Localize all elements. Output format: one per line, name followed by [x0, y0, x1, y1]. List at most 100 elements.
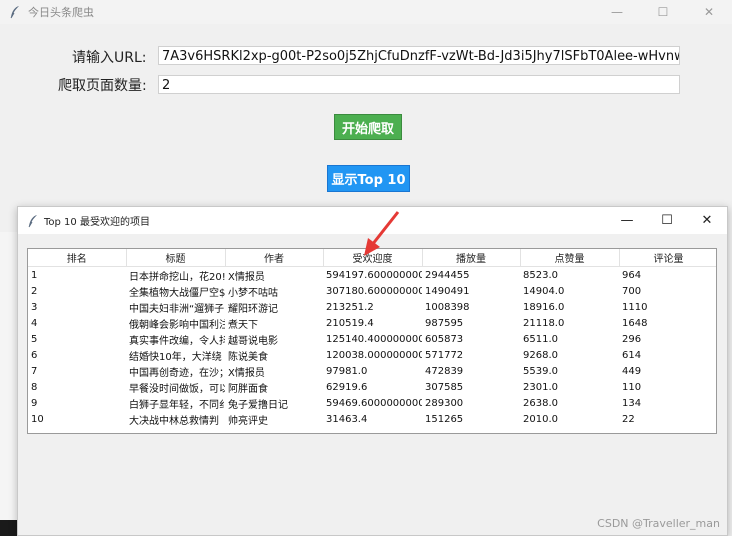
- table-row[interactable]: 9 白狮子显年轻，不同纟 兔子爱撸日记 59469.6000000000 289300 2…: [28, 395, 716, 411]
- table-header-row: 排名 标题 作者 受欢迎度 播放量 点赞量 评论量: [28, 249, 716, 267]
- cell-comments: 614: [622, 349, 642, 361]
- column-header-likes[interactable]: 点赞量: [520, 249, 620, 267]
- cell-comments: 22: [622, 413, 635, 425]
- table-row[interactable]: 8 早餐没时间做饭，可以 阿胖面食 62919.6 307585 2301.0 110: [28, 379, 716, 395]
- cell-plays: 987595: [425, 317, 464, 329]
- cell-plays: 289300: [425, 397, 464, 409]
- cell-likes: 5539.0: [523, 365, 558, 377]
- cell-comments: 296: [622, 333, 642, 345]
- cell-title: 大决战中林总救情判: [129, 415, 219, 427]
- page-count-input[interactable]: 2: [158, 75, 680, 94]
- main-titlebar: 今日头条爬虫 — ☐ ✕: [0, 0, 732, 24]
- maximize-button[interactable]: ☐: [640, 0, 686, 24]
- feather-icon: [8, 5, 22, 19]
- cell-author: 耀阳环游记: [228, 303, 278, 315]
- cell-popularity: 594197.6000000001: [326, 269, 422, 281]
- column-header-comments[interactable]: 评论量: [619, 249, 716, 267]
- table-row[interactable]: 4 俄朝峰会影响中国利注 煮天下 210519.4 987595 21118.0 1648: [28, 315, 716, 331]
- column-header-title[interactable]: 标题: [126, 249, 226, 267]
- cell-popularity: 59469.6000000000: [326, 397, 422, 409]
- table-row[interactable]: 6 结婚快10年，大洋绕 陈说美食 120038.0000000000 571772 92…: [28, 347, 716, 363]
- cell-author: 阿胖面食: [228, 383, 268, 395]
- cell-plays: 1490491: [425, 285, 470, 297]
- cell-comments: 964: [622, 269, 642, 281]
- cell-comments: 134: [622, 397, 642, 409]
- table-row[interactable]: 3 中国夫妇非洲“遛狮子 耀阳环游记 213251.2 1008398 18916.0 11…: [28, 299, 716, 315]
- cell-likes: 2301.0: [523, 381, 558, 393]
- column-header-rank[interactable]: 排名: [28, 249, 127, 267]
- cell-rank: 1: [31, 269, 38, 281]
- table-row[interactable]: 7 中国再创奇迹，在沙； X情报员 97981.0 472839 5539.0 449: [28, 363, 716, 379]
- show-top10-button[interactable]: 显示Top 10: [327, 165, 410, 192]
- table-row[interactable]: 2 全集植物大战僵尸空$ 小梦不咕咕 307180.6000000000 1490491…: [28, 283, 716, 299]
- minimize-button[interactable]: —: [594, 0, 640, 24]
- column-header-author[interactable]: 作者: [225, 249, 324, 267]
- table-row[interactable]: 1 日本拼命挖山，花20! X情报员 594197.6000000001 2944455…: [28, 267, 716, 284]
- cell-plays: 571772: [425, 349, 464, 361]
- cell-rank: 10: [31, 413, 44, 425]
- cell-rank: 9: [31, 397, 38, 409]
- dialog-maximize-button[interactable]: ☐: [647, 207, 687, 234]
- cell-comments: 700: [622, 285, 642, 297]
- cell-comments: 110: [622, 381, 642, 393]
- cell-title: 中国再创奇迹，在沙；: [129, 367, 225, 379]
- dialog-close-button[interactable]: ✕: [687, 207, 727, 234]
- table-row[interactable]: 10 大决战中林总救情判 帅亮评史 31463.4 151265 2010.0 22: [28, 411, 716, 427]
- cell-comments: 449: [622, 365, 642, 377]
- cell-plays: 605873: [425, 333, 464, 345]
- feather-icon: [26, 214, 40, 228]
- url-label: 请输入URL:: [72, 50, 147, 66]
- cell-popularity: 210519.4: [326, 317, 374, 329]
- cell-title: 早餐没时间做饭，可以: [129, 383, 225, 395]
- cell-title: 真实事件改编，令人抖: [129, 335, 225, 347]
- top10-table[interactable]: 排名 标题 作者 受欢迎度 播放量 点赞量 评论量 1 日本拼命挖山，花20! X情…: [27, 248, 717, 434]
- main-window-title: 今日头条爬虫: [28, 6, 94, 19]
- cell-rank: 3: [31, 301, 38, 313]
- cell-rank: 2: [31, 285, 38, 297]
- close-button[interactable]: ✕: [686, 0, 732, 24]
- background-window-strip: [0, 520, 17, 536]
- url-input[interactable]: 7A3v6HSRKl2xp-g00t-P2so0j5ZhjCfuDnzfF-vz…: [158, 46, 680, 65]
- cell-popularity: 97981.0: [326, 365, 368, 377]
- cell-author: 兔子爱撸日记: [228, 399, 288, 411]
- cell-plays: 1008398: [425, 301, 470, 313]
- cell-rank: 8: [31, 381, 38, 393]
- dialog-minimize-button[interactable]: —: [607, 207, 647, 234]
- cell-author: 越哥说电影: [228, 335, 278, 347]
- cell-popularity: 31463.4: [326, 413, 368, 425]
- start-crawl-button[interactable]: 开始爬取: [334, 114, 402, 140]
- background-window-edge: [0, 232, 17, 536]
- cell-rank: 6: [31, 349, 38, 361]
- cell-likes: 6511.0: [523, 333, 558, 345]
- cell-popularity: 120038.0000000000: [326, 349, 422, 361]
- cell-likes: 21118.0: [523, 317, 565, 329]
- cell-title: 白狮子显年轻，不同纟: [129, 399, 225, 411]
- cell-likes: 8523.0: [523, 269, 558, 281]
- cell-author: 陈说美食: [228, 351, 268, 363]
- page-count-label: 爬取页面数量:: [58, 78, 147, 94]
- cell-author: 帅亮评史: [228, 415, 268, 427]
- dialog-title: Top 10 最受欢迎的项目: [44, 217, 150, 228]
- cell-rank: 5: [31, 333, 38, 345]
- cell-rank: 7: [31, 365, 38, 377]
- cell-plays: 472839: [425, 365, 464, 377]
- column-header-popularity[interactable]: 受欢迎度: [323, 249, 423, 267]
- cell-popularity: 62919.6: [326, 381, 368, 393]
- cell-rank: 4: [31, 317, 38, 329]
- cell-comments: 1110: [622, 301, 648, 313]
- cell-plays: 151265: [425, 413, 464, 425]
- cell-popularity: 213251.2: [326, 301, 374, 313]
- cell-popularity: 125140.4000000000: [326, 333, 422, 345]
- cell-comments: 1648: [622, 317, 648, 329]
- table-row[interactable]: 5 真实事件改编，令人抖 越哥说电影 125140.4000000000 605873 6…: [28, 331, 716, 347]
- watermark: CSDN @Traveller_man: [597, 517, 720, 530]
- cell-plays: 2944455: [425, 269, 470, 281]
- cell-popularity: 307180.6000000000: [326, 285, 422, 297]
- cell-author: X情报员: [228, 367, 265, 379]
- dialog-titlebar: Top 10 最受欢迎的项目 — ☐ ✕: [18, 207, 727, 234]
- cell-title: 结婚快10年，大洋绕: [129, 351, 222, 363]
- cell-title: 日本拼命挖山，花20!: [129, 271, 225, 283]
- cell-likes: 2010.0: [523, 413, 558, 425]
- cell-author: X情报员: [228, 271, 265, 283]
- column-header-plays[interactable]: 播放量: [422, 249, 521, 267]
